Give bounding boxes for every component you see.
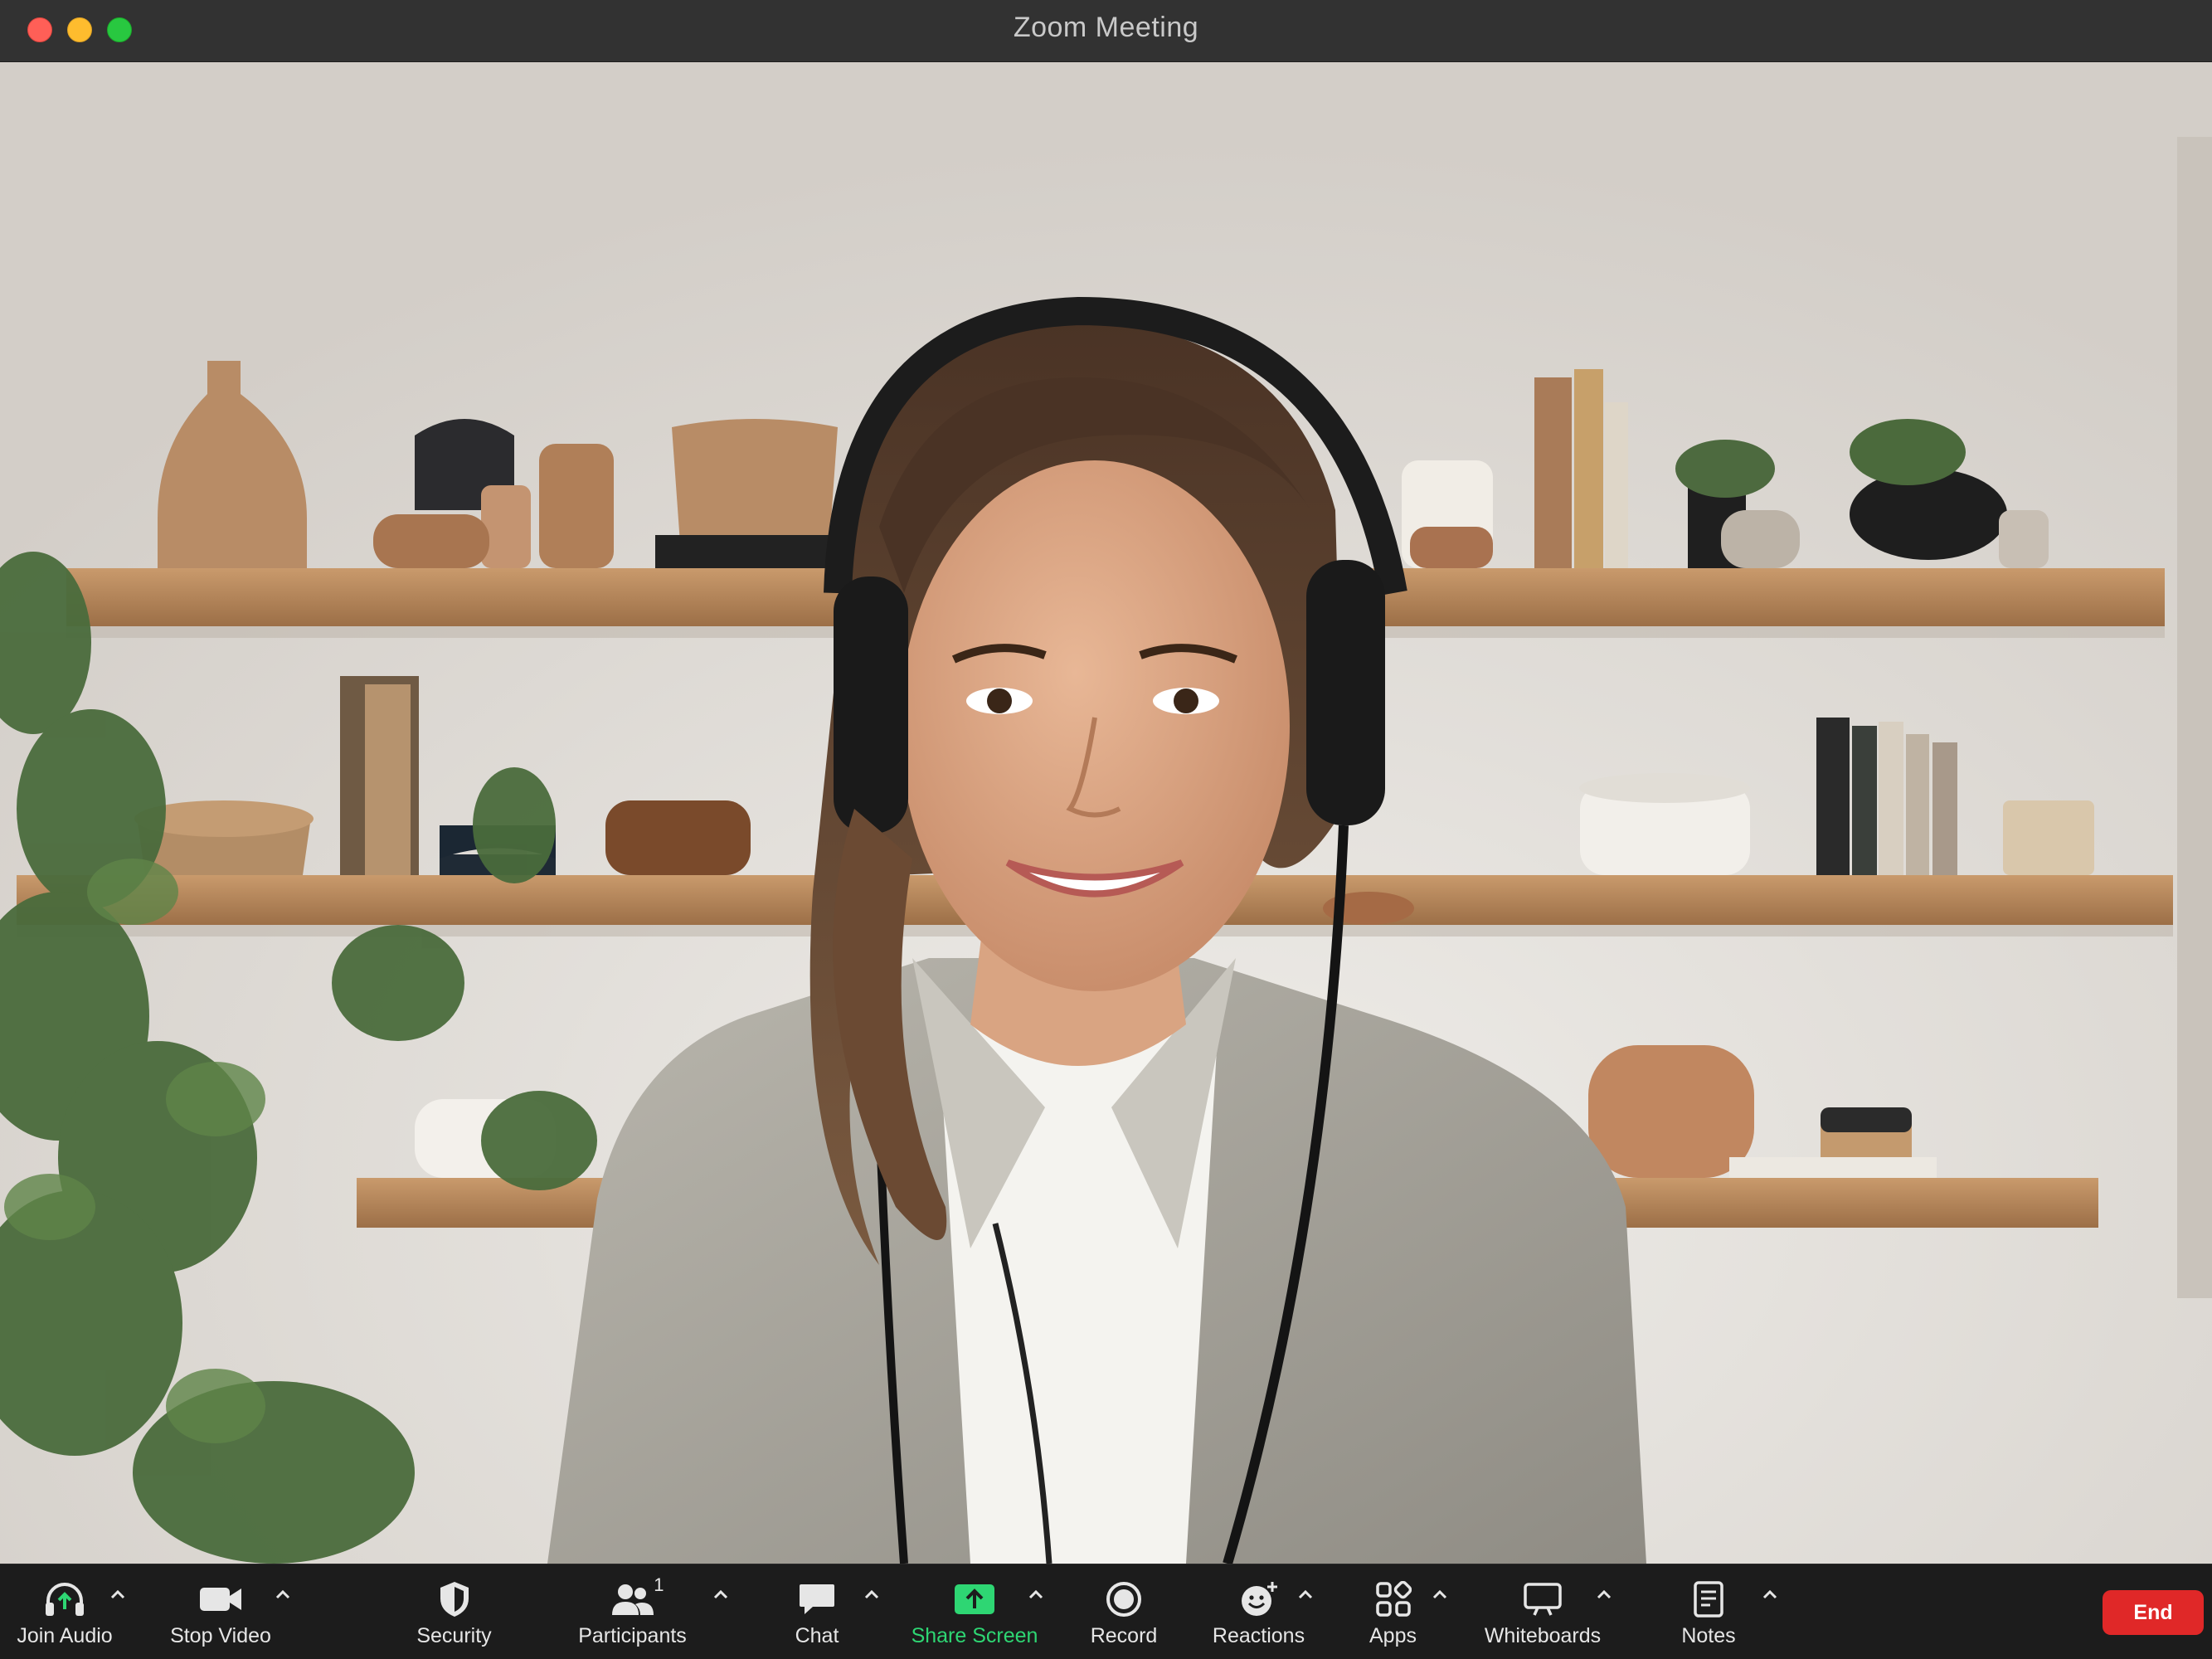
security-label: Security <box>416 1624 492 1647</box>
chevron-up-icon <box>110 1589 125 1599</box>
record-icon <box>1101 1579 1147 1619</box>
whiteboards-button[interactable]: Whiteboards <box>1480 1564 1605 1659</box>
chevron-up-icon <box>1432 1589 1447 1599</box>
stop-video-label: Stop Video <box>170 1624 271 1647</box>
chat-button[interactable]: Chat <box>775 1564 858 1659</box>
apps-button[interactable]: Apps <box>1354 1564 1432 1659</box>
title-bar: Zoom Meeting <box>0 0 2212 62</box>
share-options-caret[interactable] <box>1024 1583 1048 1606</box>
share-screen-button[interactable]: Share Screen <box>908 1564 1041 1659</box>
stop-video-button[interactable]: Stop Video <box>166 1564 275 1659</box>
notes-label: Notes <box>1681 1624 1736 1647</box>
security-button[interactable]: Security <box>406 1564 502 1659</box>
participants-icon: 1 <box>610 1574 664 1619</box>
end-meeting-button[interactable]: End <box>2103 1590 2204 1635</box>
chat-options-caret[interactable] <box>860 1583 883 1606</box>
reactions-options-caret[interactable] <box>1294 1583 1317 1606</box>
chat-bubble-icon <box>794 1579 840 1619</box>
notes-icon <box>1685 1579 1732 1619</box>
participants-options-caret[interactable] <box>709 1583 732 1606</box>
join-audio-label: Join Audio <box>17 1624 113 1647</box>
record-button[interactable]: Record <box>1078 1564 1169 1659</box>
window-title: Zoom Meeting <box>1013 12 1199 43</box>
video-frame-image <box>0 62 2212 1564</box>
whiteboards-label: Whiteboards <box>1484 1624 1602 1647</box>
participant-video[interactable] <box>0 62 2212 1564</box>
shield-icon <box>431 1579 478 1619</box>
participants-count: 1 <box>654 1574 664 1595</box>
chevron-up-icon <box>275 1589 290 1599</box>
apps-icon <box>1370 1579 1417 1619</box>
video-options-caret[interactable] <box>271 1583 294 1606</box>
share-screen-icon <box>951 1579 998 1619</box>
chevron-up-icon <box>1597 1589 1612 1599</box>
participants-button[interactable]: 1 Participants <box>572 1564 693 1659</box>
audio-options-caret[interactable] <box>106 1583 129 1606</box>
share-screen-label: Share Screen <box>911 1624 1038 1647</box>
emoji-smile-icon <box>1236 1579 1282 1619</box>
chevron-up-icon <box>713 1589 728 1599</box>
chevron-up-icon <box>864 1589 879 1599</box>
apps-options-caret[interactable] <box>1428 1583 1451 1606</box>
reactions-label: Reactions <box>1212 1624 1305 1647</box>
chevron-up-icon <box>1028 1589 1043 1599</box>
chat-label: Chat <box>795 1624 839 1647</box>
reactions-button[interactable]: Reactions <box>1207 1564 1310 1659</box>
notes-button[interactable]: Notes <box>1671 1564 1746 1659</box>
apps-label: Apps <box>1369 1624 1417 1647</box>
headphones-icon <box>41 1579 88 1619</box>
join-audio-button[interactable]: Join Audio <box>12 1564 118 1659</box>
record-label: Record <box>1090 1624 1158 1647</box>
participants-label: Participants <box>578 1624 687 1647</box>
chevron-up-icon <box>1762 1589 1777 1599</box>
chevron-up-icon <box>1298 1589 1313 1599</box>
video-camera-icon <box>197 1579 244 1619</box>
whiteboards-options-caret[interactable] <box>1592 1583 1616 1606</box>
notes-options-caret[interactable] <box>1758 1583 1782 1606</box>
meeting-toolbar: Join Audio Stop Video Security 1 Partici… <box>0 1564 2212 1659</box>
whiteboard-icon <box>1519 1579 1566 1619</box>
